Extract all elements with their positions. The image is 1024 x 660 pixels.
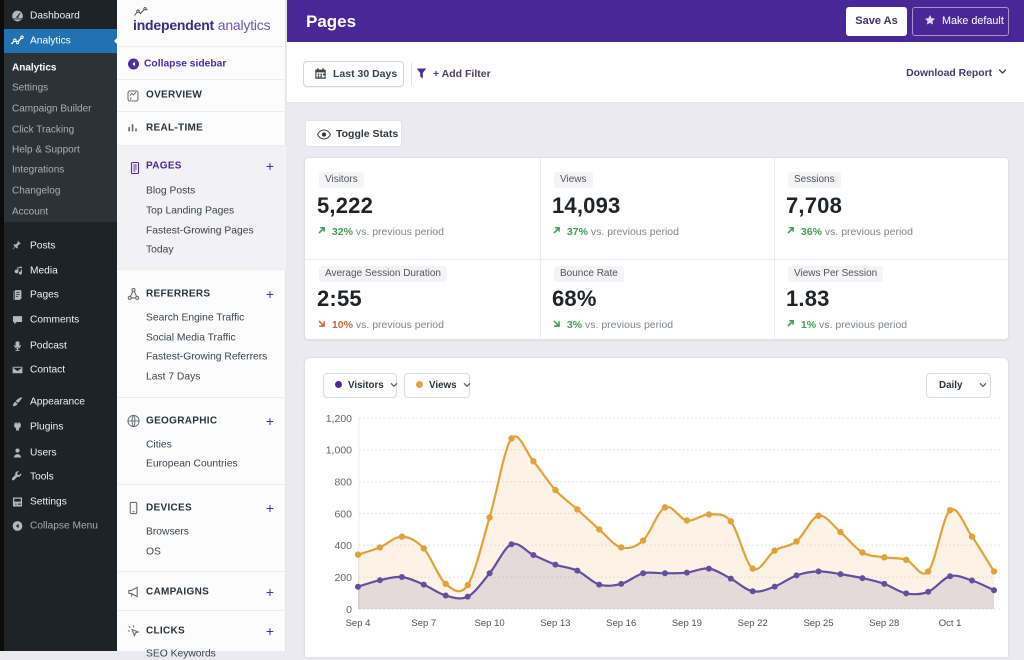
svg-text:600: 600: [334, 508, 352, 520]
svg-text:Oct 1: Oct 1: [939, 618, 962, 629]
svg-text:Sep 4: Sep 4: [346, 618, 371, 629]
svg-text:Sep 10: Sep 10: [475, 618, 505, 629]
svg-text:Sep 13: Sep 13: [540, 618, 570, 629]
svg-text:Sep 22: Sep 22: [738, 618, 768, 629]
svg-text:0: 0: [346, 604, 352, 616]
svg-text:Sep 28: Sep 28: [869, 618, 899, 629]
svg-text:Sep 19: Sep 19: [672, 618, 702, 629]
svg-text:200: 200: [334, 572, 352, 584]
svg-text:Sep 16: Sep 16: [606, 618, 636, 629]
svg-text:Sep 7: Sep 7: [411, 618, 436, 629]
svg-text:800: 800: [334, 477, 352, 489]
svg-text:1,200: 1,200: [326, 413, 352, 425]
svg-text:400: 400: [334, 540, 352, 552]
svg-text:Sep 25: Sep 25: [803, 618, 833, 629]
svg-text:1,000: 1,000: [326, 445, 352, 457]
